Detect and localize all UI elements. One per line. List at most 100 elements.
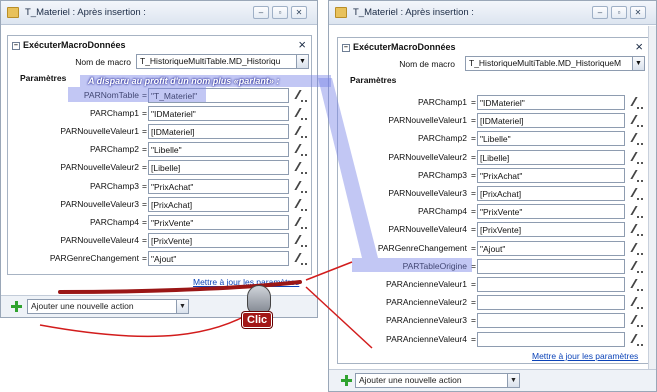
right-footer: Ajouter une nouvelle action ▼ <box>329 369 656 391</box>
param-label: PARChamp4 <box>418 206 467 217</box>
expression-builder-icon[interactable] <box>295 252 308 265</box>
expression-builder-icon[interactable] <box>295 125 308 139</box>
equals-sign: = <box>471 224 476 235</box>
pane-close-icon[interactable]: × <box>298 37 306 52</box>
param-input[interactable] <box>477 295 625 311</box>
equals-sign: = <box>471 297 476 308</box>
param-input[interactable]: [Libelle] <box>477 149 625 165</box>
macro-icon <box>7 7 19 18</box>
params-header: Paramètres <box>20 73 67 83</box>
param-input[interactable] <box>477 277 625 292</box>
expression-builder-icon[interactable] <box>295 198 308 211</box>
param-input[interactable]: "Ajout" <box>148 250 289 266</box>
macro-name-value: T_HistoriqueMultiTable.MD_Historiqu <box>140 56 281 66</box>
equals-sign: = <box>471 206 476 217</box>
equals-sign: = <box>142 234 147 245</box>
macro-icon <box>335 7 347 18</box>
param-input[interactable]: [PrixVente] <box>148 232 289 248</box>
param-label: PARNouvelleValeur3 <box>60 198 139 209</box>
close-button[interactable]: ✕ <box>630 6 646 19</box>
param-label: PARAncienneValeur2 <box>386 297 467 308</box>
macro-name-select[interactable]: T_HistoriqueMultiTable.MD_Historiqu ▼ <box>136 54 309 69</box>
expression-builder-icon[interactable] <box>631 187 644 200</box>
chevron-down-icon[interactable]: ▼ <box>296 55 308 68</box>
chevron-down-icon[interactable]: ▼ <box>507 374 519 387</box>
highlight-old-param <box>68 87 206 102</box>
expression-builder-icon[interactable] <box>631 132 644 146</box>
update-params-link[interactable]: Mettre à jour les paramètres <box>532 351 638 361</box>
expression-builder-icon[interactable] <box>295 216 308 229</box>
update-params-link[interactable]: Mettre à jour les paramètres <box>193 277 299 287</box>
expression-builder-icon[interactable] <box>631 333 644 346</box>
restore-button[interactable]: ▫ <box>611 6 627 19</box>
collapse-icon[interactable]: – <box>12 41 20 50</box>
equals-sign: = <box>471 242 476 253</box>
expression-builder-icon[interactable] <box>631 260 644 273</box>
right-titlebar: T_Materiel : Après insertion : – ▫ ✕ <box>329 1 656 25</box>
left-window-title: T_Materiel : Après insertion : <box>25 7 146 18</box>
param-input[interactable]: [PrixAchat] <box>477 186 625 201</box>
expression-builder-icon[interactable] <box>295 234 308 247</box>
param-input[interactable]: "IDMateriel" <box>148 106 289 122</box>
expression-builder-icon[interactable] <box>631 205 644 219</box>
param-input[interactable]: [PrixAchat] <box>148 196 289 212</box>
minimize-button[interactable]: – <box>592 6 608 19</box>
expression-builder-icon[interactable] <box>631 223 644 237</box>
minimize-button[interactable]: – <box>253 6 269 19</box>
add-action-label: Ajouter une nouvelle action <box>31 301 134 311</box>
param-input[interactable]: "PrixVente" <box>477 204 625 220</box>
equals-sign: = <box>142 108 147 119</box>
param-input[interactable]: [IDMateriel] <box>148 124 289 140</box>
expression-builder-icon[interactable] <box>295 107 308 121</box>
param-input[interactable]: "Libelle" <box>148 142 289 158</box>
param-label: PARNouvelleValeur2 <box>388 151 467 162</box>
param-input[interactable]: "PrixAchat" <box>148 178 289 194</box>
param-input[interactable] <box>477 313 625 329</box>
param-input[interactable]: [PrixVente] <box>477 222 625 238</box>
restore-button[interactable]: ▫ <box>272 6 288 19</box>
equals-sign: = <box>142 198 147 209</box>
param-label: PARNouvelleValeur2 <box>60 162 139 173</box>
expression-builder-icon[interactable] <box>631 242 644 255</box>
param-label: PARChamp2 <box>418 133 467 144</box>
param-input[interactable]: "Ajout" <box>477 240 625 256</box>
expression-builder-icon[interactable] <box>631 114 644 128</box>
param-label: PARAncienneValeur4 <box>386 333 467 344</box>
param-input[interactable]: "PrixAchat" <box>477 167 625 183</box>
expression-builder-icon[interactable] <box>631 151 644 164</box>
click-badge: Clic <box>242 312 273 328</box>
equals-sign: = <box>471 151 476 162</box>
mouse-icon <box>247 285 271 315</box>
collapse-icon[interactable]: – <box>342 43 350 52</box>
close-button[interactable]: ✕ <box>291 6 307 19</box>
macro-name-select[interactable]: T_HistoriqueMultiTable.MD_HistoriqueM ▼ <box>465 56 645 71</box>
expression-builder-icon[interactable] <box>295 180 308 193</box>
param-input[interactable]: "PrixVente" <box>148 214 289 230</box>
equals-sign: = <box>142 162 147 173</box>
add-action-select[interactable]: Ajouter une nouvelle action ▼ <box>355 373 520 388</box>
expression-builder-icon[interactable] <box>295 89 308 102</box>
equals-sign: = <box>471 97 476 107</box>
highlight-new-param <box>352 258 472 272</box>
expression-builder-icon[interactable] <box>631 296 644 310</box>
expression-builder-icon[interactable] <box>631 96 644 109</box>
expression-builder-icon[interactable] <box>295 143 308 157</box>
expression-builder-icon[interactable] <box>631 278 644 291</box>
expression-builder-icon[interactable] <box>631 169 644 182</box>
add-action-select[interactable]: Ajouter une nouvelle action ▼ <box>27 299 189 314</box>
param-input[interactable] <box>477 258 625 274</box>
chevron-down-icon[interactable]: ▼ <box>632 57 644 70</box>
pane-close-icon[interactable]: × <box>635 39 643 54</box>
param-input[interactable]: [IDMateriel] <box>477 113 625 129</box>
scrollbar[interactable] <box>648 26 656 371</box>
param-input[interactable] <box>477 331 625 347</box>
chevron-down-icon[interactable]: ▼ <box>176 300 188 313</box>
macro-name-label: Nom de macro <box>75 57 131 67</box>
param-input[interactable]: [Libelle] <box>148 160 289 176</box>
equals-sign: = <box>471 115 476 126</box>
expression-builder-icon[interactable] <box>631 314 644 328</box>
param-input[interactable]: "IDMateriel" <box>477 95 625 110</box>
param-input[interactable]: "Libelle" <box>477 131 625 147</box>
param-label: PARNouvelleValeur3 <box>388 188 467 198</box>
expression-builder-icon[interactable] <box>295 161 308 175</box>
